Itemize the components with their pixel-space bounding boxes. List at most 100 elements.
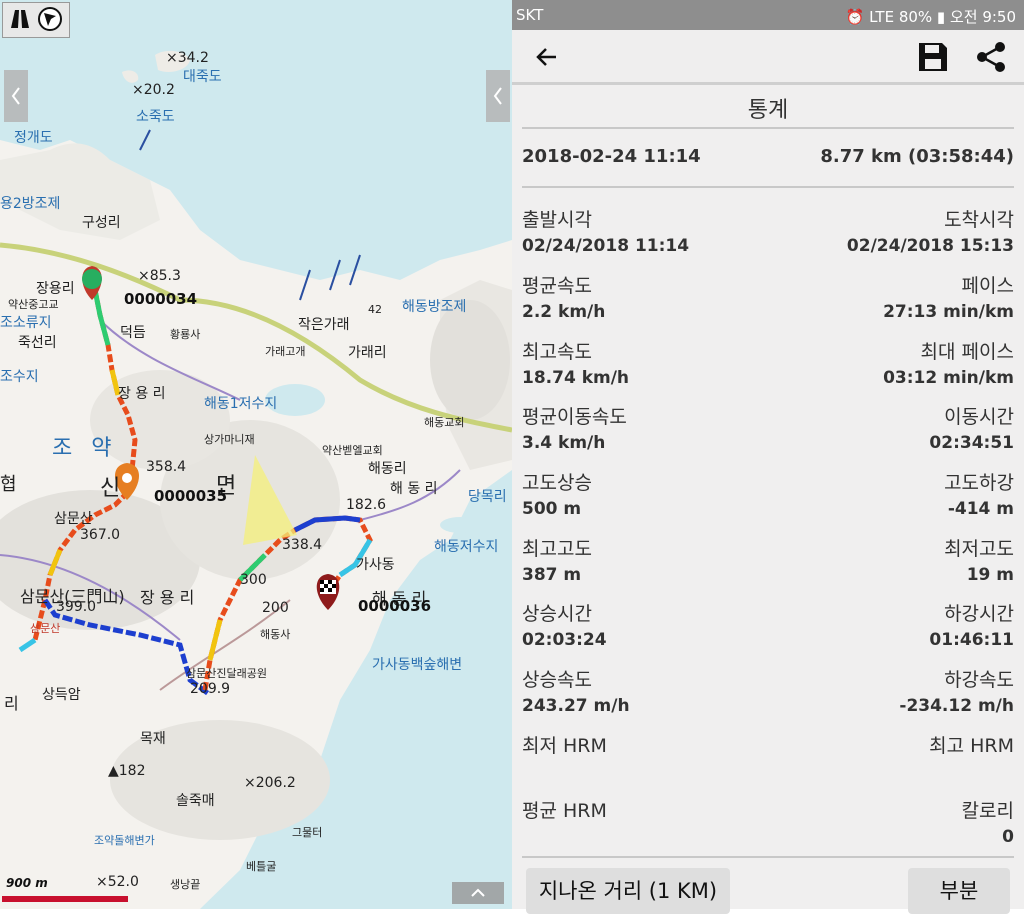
map-label: ×20.2 — [132, 82, 175, 98]
stat-label: 칼로리 — [961, 800, 1014, 822]
road-view-button[interactable] — [7, 6, 33, 32]
stat-label: 최고고도 — [522, 538, 592, 560]
app-bar — [512, 30, 1024, 85]
map-label: 조 약 — [52, 436, 118, 461]
chevron-up-icon — [471, 888, 485, 897]
map-label: 상가마니재 — [204, 433, 255, 446]
map-label: 해동리 — [368, 461, 407, 477]
marker-label-start: 0000034 — [124, 290, 198, 308]
map-label: 정개도 — [14, 130, 53, 146]
island-sojuk — [122, 70, 139, 83]
right-drawer-handle[interactable] — [486, 70, 510, 122]
compass-icon — [38, 7, 62, 31]
map-label: 베틀굴 — [246, 860, 277, 873]
carrier-label: SKT — [516, 6, 544, 24]
map-label: 약산중고교 — [8, 298, 59, 311]
map-label: 42 — [368, 303, 382, 316]
map-label: 가사동 — [356, 557, 395, 573]
map-label: 182.6 — [346, 497, 387, 513]
stat-label: 상승속도 — [522, 669, 592, 691]
stat-label: 최대 페이스 — [920, 341, 1014, 363]
map-label: 삼문산 — [30, 622, 61, 635]
divider — [522, 127, 1014, 129]
arrow-left-icon — [536, 48, 556, 66]
stat-value: 500 m — [522, 499, 582, 519]
marker-label-waypoint: 0000035 — [154, 487, 228, 505]
map-label: 리 — [4, 694, 19, 713]
map-label: 대죽도 — [183, 69, 222, 85]
divider — [522, 186, 1014, 188]
map-label: 덕듬 — [120, 325, 146, 341]
track-distance: 8.77 km (03:58:44) — [820, 146, 1014, 167]
map-label: 삼문산진달래공원 — [186, 667, 267, 680]
stat-label: 이동시간 — [944, 406, 1014, 428]
map-view[interactable]: ×34.2 대죽도 ×20.2 소죽도 정개도 용2방조제 구성리 ×85.3 … — [0, 0, 512, 909]
chevron-left-icon — [493, 87, 502, 105]
map-label: 장 용 리 — [140, 588, 195, 607]
map-label: 약산벧엘교회 — [322, 444, 383, 457]
map-label: 조소류지 — [0, 315, 52, 331]
map-label: ×85.3 — [138, 268, 181, 284]
partial-button[interactable]: 부분 — [908, 868, 1010, 914]
stat-label: 고도상승 — [522, 472, 592, 494]
stat-label: 평균 HRM — [522, 800, 607, 822]
distance-graph-button[interactable]: 지나온 거리 (1 KM) — [526, 868, 730, 914]
compass-button[interactable] — [37, 6, 63, 32]
save-button[interactable] — [916, 40, 950, 74]
map-label: 작은가래 — [298, 317, 350, 333]
status-right: ⏰ LTE 80% ▮ 오전 9:50 — [845, 8, 1016, 26]
status-bar: SKT ⏰ LTE 80% ▮ 오전 9:50 — [512, 0, 1024, 30]
stat-label: 평균이동속도 — [522, 406, 627, 428]
map-label: 가래리 — [348, 345, 387, 361]
map-label: 삼문산 — [54, 511, 93, 527]
road-icon — [11, 10, 29, 28]
map-label: ×52.0 — [96, 874, 139, 890]
stat-label: 하강속도 — [944, 669, 1014, 691]
left-drawer-handle[interactable] — [4, 70, 28, 122]
stat-value: 0 — [1002, 827, 1014, 847]
share-button[interactable] — [974, 40, 1008, 74]
map-label: 장 용 리 — [118, 386, 166, 402]
map-label: 솔죽매 — [176, 793, 215, 809]
stat-label: 출발시각 — [522, 209, 592, 231]
map-label: 생낭끝 — [170, 878, 201, 891]
stat-value: 02:34:51 — [929, 433, 1014, 453]
map-label: ×34.2 — [166, 50, 209, 66]
stat-value: 243.27 m/h — [522, 696, 630, 716]
map-label: 조수지 — [0, 369, 39, 385]
map-label: 해동방조제 — [402, 299, 467, 315]
expand-up-button[interactable] — [452, 882, 504, 904]
save-icon — [919, 43, 947, 71]
map-label: 목재 — [140, 731, 166, 747]
map-label: 구성리 — [82, 215, 121, 231]
stat-label: 최저 HRM — [522, 735, 607, 757]
stat-value: 02:03:24 — [522, 630, 607, 650]
back-button[interactable] — [530, 40, 564, 74]
stat-label: 도착시각 — [944, 209, 1014, 231]
reservoir-haedong — [440, 517, 480, 533]
map-label: 황룡사 — [170, 328, 201, 341]
map-label: 그물터 — [292, 826, 323, 839]
stat-value: 3.4 km/h — [522, 433, 606, 453]
map-label: 당목리 — [468, 489, 507, 505]
map-label: 협 — [0, 474, 17, 495]
stat-value: 2.2 km/h — [522, 302, 606, 322]
map-label: 300 — [240, 572, 267, 588]
stat-value: 02/24/2018 15:13 — [846, 236, 1014, 256]
scale-bar — [2, 896, 128, 902]
stat-label: 최저고도 — [944, 538, 1014, 560]
stat-value: 387 m — [522, 565, 582, 585]
map-label: 해동사 — [260, 628, 291, 641]
map-label: 가사동백숲해변 — [372, 657, 463, 673]
stat-value: 18.74 km/h — [522, 368, 630, 388]
stat-label: 상승시간 — [522, 603, 592, 625]
stat-value: 27:13 min/km — [883, 302, 1014, 322]
stat-value: 01:46:11 — [929, 630, 1014, 650]
stat-label: 평균속도 — [522, 275, 592, 297]
stat-value: -414 m — [947, 499, 1014, 519]
stat-label: 최고속도 — [522, 341, 592, 363]
stat-value: 19 m — [966, 565, 1014, 585]
map-label: 해동저수지 — [434, 539, 499, 555]
map-label: 소죽도 — [136, 109, 175, 125]
statistics-panel: SKT ⏰ LTE 80% ▮ 오전 9:50 통계 2018-02-24 11… — [512, 0, 1024, 914]
